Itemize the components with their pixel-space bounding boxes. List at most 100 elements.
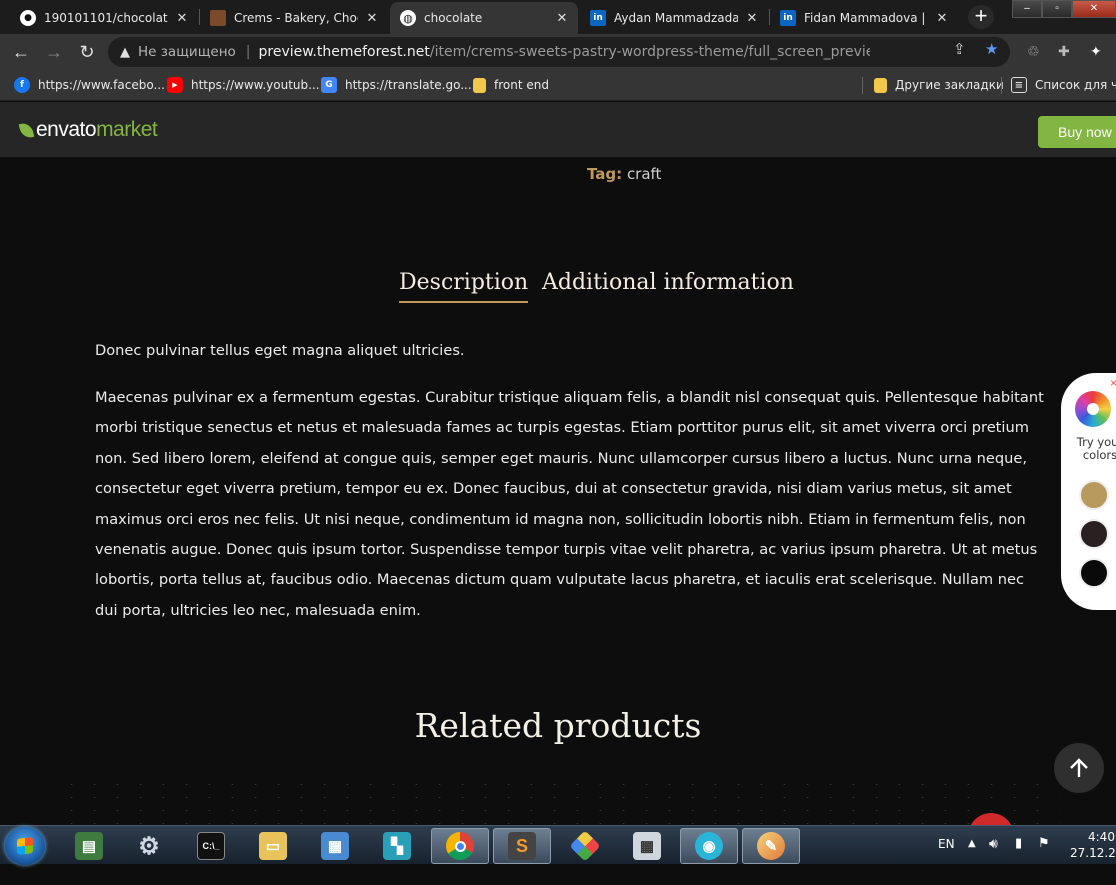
bookmark-label: https://www.facebo... [38, 78, 165, 92]
color-swatch-brown[interactable] [1079, 519, 1109, 549]
close-icon[interactable]: × [1110, 376, 1116, 390]
recycle-extension-icon[interactable]: ♲ [1027, 43, 1040, 60]
bookmark-youtube[interactable]: ▶ https://www.youtub... [167, 76, 320, 94]
color-wheel-icon[interactable] [1075, 391, 1111, 427]
security-label[interactable]: Не защищено [138, 44, 236, 60]
taskbar-app[interactable]: ▚ [368, 828, 426, 864]
warning-icon: ▲ [120, 44, 130, 60]
bookmark-facebook[interactable]: f https://www.facebo... [14, 76, 165, 94]
reading-list-icon: ≡ [1011, 77, 1027, 93]
calculator-icon: ▦ [633, 832, 661, 860]
extensions-puzzle-icon[interactable]: ✚ [1058, 43, 1070, 60]
show-hidden-icons-icon[interactable]: ▲ [968, 838, 976, 877]
tab-title: Aydan Mammadzada | Li [614, 11, 738, 25]
divider [1001, 77, 1002, 94]
reading-list[interactable]: ≡ Список для чте [1011, 76, 1116, 94]
related-products-heading: Related products [414, 706, 702, 745]
taskbar-app[interactable]: ◉ [680, 828, 738, 864]
git-icon [569, 830, 601, 862]
maximize-button[interactable]: ▫ [1042, 0, 1072, 18]
description-body: Maecenas pulvinar ex a fermentum egestas… [95, 389, 1044, 619]
color-palette-widget: × Try your colors [1061, 373, 1116, 610]
new-tab-button[interactable]: + [968, 5, 994, 29]
window-controls: – ▫ ✕ [1012, 0, 1116, 20]
taskbar-app[interactable]: ▦ [306, 828, 364, 864]
divider [862, 77, 863, 94]
taskbar-app-paint[interactable]: ✎ [742, 828, 800, 864]
envato-preview-bar: envato market Buy now [0, 102, 1116, 158]
clock-date[interactable]: 27.12.202 [1070, 846, 1116, 885]
taskbar-app[interactable]: ▦ [618, 828, 676, 864]
chrome-center [454, 840, 466, 852]
network-status-icon[interactable]: ▮ [1015, 836, 1022, 875]
network-icon: ▦ [321, 832, 349, 860]
envato-logo[interactable]: envato market [18, 118, 158, 142]
tab-github[interactable]: ● 190101101/chocolate: c ✕ [10, 2, 198, 34]
youtube-icon: ▶ [167, 77, 183, 93]
bookmark-folder-frontend[interactable]: front end [473, 76, 549, 94]
url-host: preview.themeforest.net [258, 44, 430, 60]
language-indicator[interactable]: EN [938, 837, 955, 876]
address-bar[interactable]: ▲ Не защищено | preview.themeforest.net … [108, 37, 1010, 67]
taskbar-app-chrome[interactable] [431, 828, 489, 864]
volume-icon[interactable]: 🔊︎ [989, 836, 998, 875]
start-button[interactable] [5, 827, 45, 865]
bookmark-translate[interactable]: G https://translate.go... [321, 76, 472, 94]
arrow-up-icon [1070, 758, 1088, 777]
bookmarks-bar: f https://www.facebo... ▶ https://www.yo… [0, 70, 1116, 101]
taskbar-app-sublime[interactable]: S [493, 828, 551, 864]
taskbar-app[interactable]: ⚙ [120, 828, 178, 864]
linkedin-icon: in [780, 10, 796, 26]
tab-title: 190101101/chocolate: c [44, 11, 168, 25]
share-icon[interactable]: ⇪ [953, 40, 966, 58]
butterfly-extension-icon[interactable]: ✦ [1090, 43, 1102, 60]
tab-title: Fidan Mammadova | Lin [804, 11, 928, 25]
taskbar-app[interactable]: ▭ [244, 828, 302, 864]
windows-taskbar: ▤ ⚙ C:\_ ▭ ▦ ▚ S ▦ ◉ ✎ EN ▲ 🔊︎ ▮ ⚑ 4:40 … [0, 825, 1116, 865]
close-tab-icon[interactable]: ✕ [554, 11, 570, 26]
bookmark-label: https://translate.go... [345, 78, 472, 92]
tab-title: Crems - Bakery, Chocola [234, 11, 358, 25]
color-swatch-gold[interactable] [1079, 480, 1109, 510]
tab-chocolate[interactable]: ◍ chocolate ✕ [390, 2, 578, 34]
tab-title: chocolate [424, 11, 483, 25]
taskbar-app[interactable]: ▤ [60, 828, 118, 864]
tag-link[interactable]: craft [627, 165, 662, 183]
close-tab-icon[interactable]: ✕ [364, 11, 380, 26]
taskbar-app[interactable] [556, 828, 614, 864]
settings-icon: ⚙ [138, 832, 160, 860]
minimize-button[interactable]: – [1012, 0, 1042, 18]
color-swatch-black[interactable] [1079, 558, 1109, 588]
reload-icon[interactable]: ↻ [75, 40, 99, 64]
bookmark-label: Список для чте [1035, 78, 1116, 92]
tab-crems[interactable]: Crems - Bakery, Chocola ✕ [200, 2, 388, 34]
app-icon: ◉ [695, 832, 723, 860]
blocks-icon: ▚ [383, 832, 411, 860]
github-icon: ● [20, 10, 36, 26]
action-center-flag-icon[interactable]: ⚑ [1038, 836, 1050, 875]
back-arrow-icon[interactable]: ← [9, 40, 33, 64]
close-window-button[interactable]: ✕ [1072, 0, 1116, 18]
divider: | [245, 44, 251, 60]
close-tab-icon[interactable]: ✕ [934, 11, 950, 26]
bookmark-star-icon[interactable]: ★ [985, 40, 998, 58]
buy-now-button[interactable]: Buy now [1038, 116, 1116, 148]
browser-tab-strip: ● 190101101/chocolate: c ✕ Crems - Baker… [0, 0, 1116, 34]
explorer-icon: ▭ [259, 832, 287, 860]
close-tab-icon[interactable]: ✕ [744, 11, 760, 26]
tab-description[interactable]: Description [399, 270, 529, 303]
folder-icon [473, 77, 486, 93]
taskbar-app[interactable]: C:\_ [182, 828, 240, 864]
forward-arrow-icon[interactable]: → [42, 40, 66, 64]
tab-linkedin-fidan[interactable]: in Fidan Mammadova | Lin ✕ [770, 2, 958, 34]
bookmark-other-folder[interactable]: Другие закладки [874, 76, 1004, 94]
envato-leaf-icon [18, 121, 35, 139]
logo-text: envato [36, 118, 97, 141]
close-tab-icon[interactable]: ✕ [174, 11, 190, 26]
tab-additional-information[interactable]: Additional information [542, 270, 794, 301]
tag-label: Tag: [587, 165, 623, 183]
browser-toolbar: ← → ↻ ▲ Не защищено | preview.themefores… [0, 34, 1116, 70]
paint-icon: ✎ [757, 832, 785, 860]
tab-linkedin-aydan[interactable]: in Aydan Mammadzada | Li ✕ [580, 2, 768, 34]
scroll-to-top-button[interactable] [1054, 743, 1104, 793]
